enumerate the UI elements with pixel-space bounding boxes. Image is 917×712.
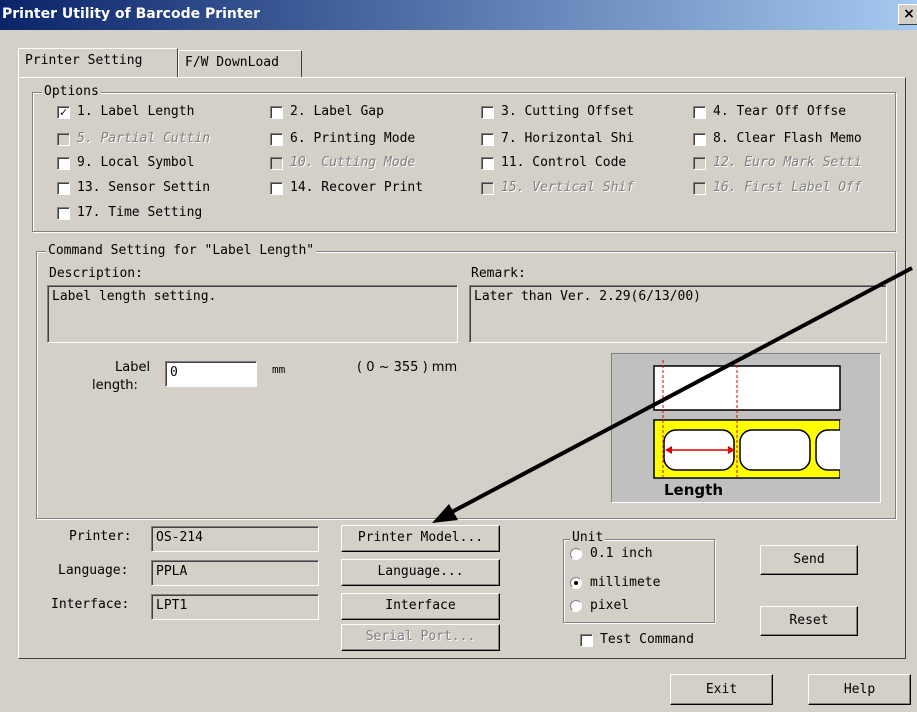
help-button[interactable]: Help (808, 674, 911, 705)
radio-icon[interactable] (570, 600, 582, 612)
checkbox-icon[interactable] (580, 634, 593, 647)
label-length-label-line1: Label (115, 360, 151, 375)
checkbox-icon[interactable] (693, 106, 706, 119)
checkbox-icon (270, 157, 283, 170)
diagram-length-label: Length (664, 481, 723, 499)
checkbox-icon (693, 157, 706, 170)
send-button[interactable]: Send (760, 545, 858, 575)
printer-value: OS-214 (156, 530, 203, 545)
tab-printer-setting[interactable]: Printer Setting (18, 48, 178, 78)
checkbox-checked-icon[interactable]: ✓ (57, 106, 70, 119)
description-text: Label length setting. (52, 289, 217, 304)
label-diagram (611, 353, 881, 503)
reset-button[interactable]: Reset (760, 606, 858, 636)
checkbox-icon[interactable] (270, 182, 283, 195)
unit-legend: Unit (570, 530, 606, 545)
remark-text: Later than Ver. 2.29(6/13/00) (474, 289, 701, 304)
checkbox-icon (693, 182, 706, 195)
tab-label: Printer Setting (25, 53, 143, 68)
label-length-diagram-icon (653, 360, 880, 480)
checkbox-icon[interactable] (481, 133, 494, 146)
checkbox-icon[interactable] (481, 157, 494, 170)
command-setting-legend: Command Setting for "Label Length" (46, 243, 317, 258)
tab-fw-download[interactable]: F/W DownLoad (178, 50, 302, 78)
label-length-value: 0 (170, 365, 178, 380)
language-label: Language: (58, 563, 129, 578)
printer-model-button[interactable]: Printer Model... (341, 525, 500, 552)
checkbox-icon (57, 133, 70, 146)
interface-label: Interface: (51, 597, 130, 612)
unit-mm-label: mm (272, 363, 286, 376)
checkbox-icon[interactable] (270, 106, 283, 119)
label-length-label-line2: length: (92, 378, 138, 393)
checkbox-icon[interactable] (481, 106, 494, 119)
options-legend: Options (42, 84, 101, 99)
language-field: PPLA (151, 560, 319, 586)
printer-field: OS-214 (151, 526, 319, 552)
interface-button[interactable]: Interface (341, 593, 500, 620)
radio-icon[interactable] (570, 548, 582, 560)
checkbox-icon[interactable] (57, 182, 70, 195)
range-label: ( 0 ~ 355 ) mm (357, 360, 458, 375)
label-length-input[interactable]: 0 (165, 361, 257, 387)
checkbox-icon[interactable] (693, 133, 706, 146)
language-value: PPLA (156, 564, 188, 579)
interface-field: LPT1 (151, 594, 319, 620)
checkbox-icon[interactable] (57, 157, 70, 170)
window-title: Printer Utility of Barcode Printer (2, 6, 260, 22)
remark-label: Remark: (471, 266, 526, 281)
radio-selected-icon[interactable] (570, 577, 582, 589)
close-icon[interactable]: × (898, 4, 917, 25)
checkbox-icon[interactable] (57, 207, 70, 220)
serial-port-button: Serial Port... (341, 624, 500, 651)
printer-label: Printer: (69, 529, 132, 544)
checkbox-icon[interactable] (270, 133, 283, 146)
description-box: Label length setting. (47, 285, 458, 343)
language-button[interactable]: Language... (341, 559, 500, 586)
checkbox-icon (481, 182, 494, 195)
description-label: Description: (49, 266, 143, 281)
tab-label: F/W DownLoad (185, 55, 279, 70)
exit-button[interactable]: Exit (670, 674, 773, 705)
interface-value: LPT1 (156, 598, 188, 613)
remark-box: Later than Ver. 2.29(6/13/00) (469, 285, 887, 343)
